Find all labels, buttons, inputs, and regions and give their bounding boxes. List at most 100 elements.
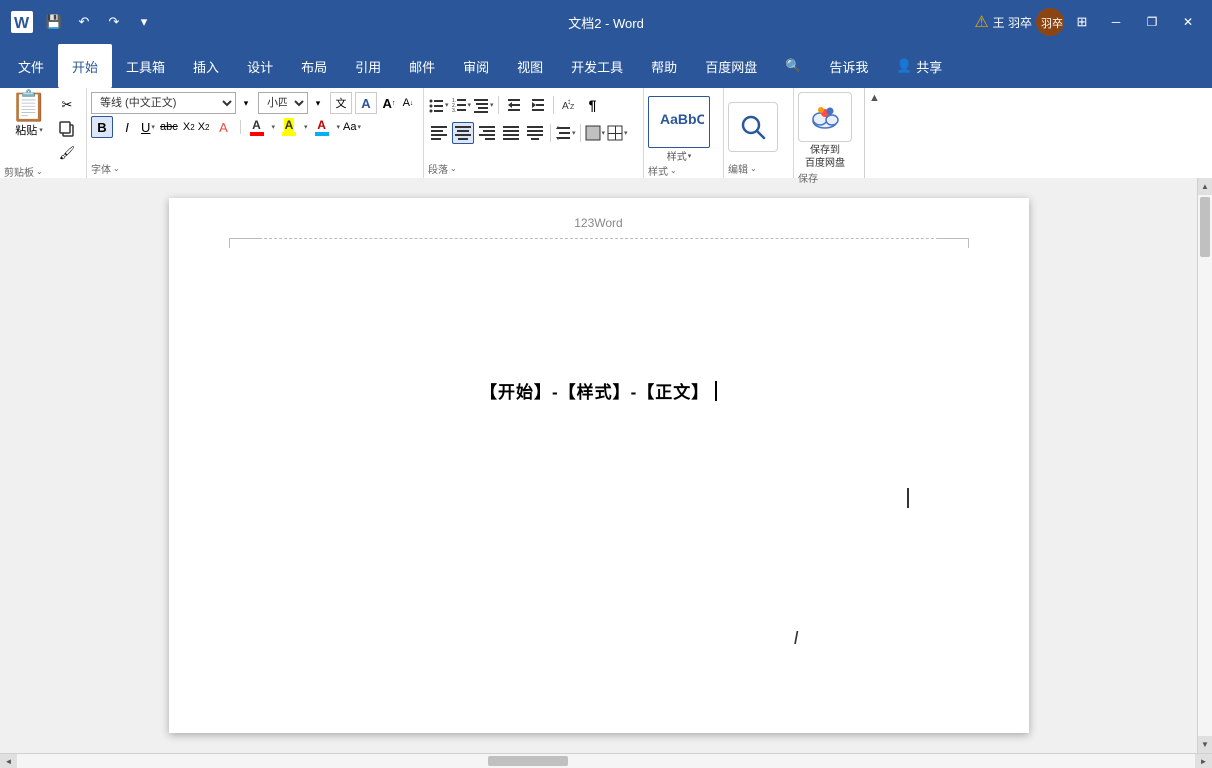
scroll-thumb-h[interactable] — [488, 756, 568, 766]
menu-insert[interactable]: 插入 — [179, 44, 233, 88]
font-size-increase-button[interactable]: A↑ — [380, 94, 398, 112]
vertical-scrollbar[interactable]: ▲ ▼ — [1197, 178, 1212, 753]
para-sep2 — [553, 96, 554, 114]
numbering-button[interactable]: 1.2.3. ▾ — [451, 97, 472, 113]
document-content-area[interactable]: 【开始】-【样式】-【正文】 — [249, 378, 949, 403]
menu-design[interactable]: 设计 — [233, 44, 287, 88]
paste-dropdown-arrow[interactable]: ▾ — [39, 126, 43, 134]
distributed-button[interactable] — [524, 122, 546, 144]
clear-format-button[interactable]: A — [213, 116, 235, 138]
highlight-dropdown[interactable]: ▾ — [303, 123, 308, 131]
menu-layout[interactable]: 布局 — [287, 44, 341, 88]
svg-text:W: W — [14, 15, 30, 32]
borders-button[interactable]: ▾ — [607, 125, 628, 141]
scroll-left-button[interactable]: ◄ — [0, 754, 17, 768]
shading-dropdown[interactable]: ▾ — [336, 123, 341, 131]
font-grow-button[interactable]: A — [355, 92, 377, 114]
increase-indent-button[interactable] — [527, 94, 549, 116]
ribbon-display-button[interactable]: ⊞ — [1068, 8, 1096, 36]
close-button[interactable]: ✕ — [1172, 8, 1204, 36]
scroll-thumb-v[interactable] — [1200, 197, 1210, 257]
document-text-line[interactable]: 【开始】-【样式】-【正文】 — [249, 378, 949, 403]
decrease-indent-button[interactable] — [503, 94, 525, 116]
restore-button[interactable]: ❐ — [1136, 8, 1168, 36]
shading-button[interactable]: A — [311, 118, 333, 136]
document-viewport[interactable]: 123Word 【开始】-【样式】-【正文】 I — [0, 178, 1197, 753]
style-preview-box[interactable]: AaBbCc — [648, 96, 710, 148]
menu-file[interactable]: 文件 — [4, 44, 58, 88]
font-size-decrease-button[interactable]: A↓ — [399, 94, 417, 112]
collapse-icon: ▲ — [869, 92, 880, 104]
font-color-button[interactable]: A — [246, 118, 268, 136]
qat-redo-button[interactable]: ↷ — [100, 8, 128, 36]
format-painter-button[interactable]: 🖌 — [54, 142, 80, 164]
menu-search-icon[interactable]: 🔍 — [771, 44, 815, 88]
align-center-button[interactable] — [452, 122, 474, 144]
superscript-button[interactable]: X2 — [198, 121, 210, 133]
menu-toolbox[interactable]: 工具箱 — [112, 44, 179, 88]
menu-developer[interactable]: 开发工具 — [557, 44, 637, 88]
align-right-button[interactable] — [476, 122, 498, 144]
clipboard-expand-icon[interactable]: ⌄ — [36, 167, 43, 176]
scroll-right-button[interactable]: ► — [1195, 754, 1212, 768]
minimize-button[interactable]: ─ — [1100, 8, 1132, 36]
bullets-button[interactable]: ▾ — [428, 97, 449, 113]
search-button[interactable] — [728, 102, 778, 152]
paste-label: 粘贴 ▾ — [15, 122, 43, 138]
font-size-dropdown[interactable]: ▾ — [309, 92, 327, 114]
font-color-dropdown[interactable]: ▾ — [271, 123, 276, 131]
paragraph-expand-icon[interactable]: ⌄ — [450, 164, 457, 173]
qat-save-button[interactable]: 💾 — [40, 8, 68, 36]
menu-help[interactable]: 帮助 — [637, 44, 691, 88]
subscript-superscript[interactable]: X2 — [183, 121, 195, 133]
scroll-track-h[interactable] — [17, 754, 1195, 768]
multilevel-button[interactable]: ▾ — [473, 97, 494, 113]
shading-para-dropdown: ▾ — [602, 129, 606, 137]
scroll-down-button[interactable]: ▼ — [1198, 736, 1212, 753]
horizontal-scrollbar[interactable]: ◄ ► — [0, 753, 1212, 768]
line-spacing-button[interactable]: ▾ — [555, 125, 576, 141]
justify-button[interactable] — [500, 122, 522, 144]
font-size-select[interactable]: 小四 — [258, 92, 308, 114]
menu-review[interactable]: 审阅 — [449, 44, 503, 88]
menu-view[interactable]: 视图 — [503, 44, 557, 88]
text-highlight-button[interactable]: A — [278, 118, 300, 136]
user-avatar[interactable]: 羽卒 — [1036, 8, 1064, 36]
group-styles: AaBbCc 样式 ▾ 样式 ⌄ — [644, 88, 724, 178]
bullets-dropdown: ▾ — [445, 101, 449, 109]
save-to-baidu-button[interactable] — [798, 92, 852, 142]
styles-expand-icon[interactable]: ⌄ — [670, 166, 677, 175]
ribbon-collapse-button[interactable]: ▲ — [864, 88, 884, 178]
menu-references[interactable]: 引用 — [341, 44, 395, 88]
show-marks-button[interactable]: ¶ — [582, 94, 604, 116]
menu-share[interactable]: 👤 共享 — [882, 44, 956, 88]
sort-button[interactable]: AZ↕ — [558, 94, 580, 116]
menu-tell-me[interactable]: 告诉我 — [815, 44, 882, 88]
change-case-button[interactable]: Aa▾ — [343, 121, 361, 133]
underline-button-group[interactable]: U ▾ — [141, 120, 155, 135]
cut-button[interactable]: ✂ — [54, 94, 80, 116]
copy-button[interactable] — [54, 118, 80, 140]
editing-expand-icon[interactable]: ⌄ — [750, 164, 757, 173]
shading-para-button[interactable]: ▾ — [585, 125, 606, 141]
paste-button[interactable]: 📋 粘贴 ▾ — [4, 88, 54, 142]
strikethrough-button[interactable]: abc — [158, 116, 180, 138]
qat-more-button[interactable]: ▾ — [130, 8, 158, 36]
font-name-dropdown[interactable]: ▾ — [237, 92, 255, 114]
quick-access-toolbar: 💾 ↶ ↷ ▾ — [40, 8, 158, 36]
save-label: 保存到 百度网盘 — [805, 144, 845, 170]
menu-home[interactable]: 开始 — [58, 44, 112, 88]
scroll-up-button[interactable]: ▲ — [1198, 178, 1212, 195]
menu-mailing[interactable]: 邮件 — [395, 44, 449, 88]
styles-more-button[interactable]: 样式 ▾ — [667, 148, 692, 163]
font-expand-icon[interactable]: ⌄ — [113, 164, 120, 173]
wren-button[interactable]: 文 — [330, 92, 352, 114]
document-paper[interactable]: 123Word 【开始】-【样式】-【正文】 I — [169, 198, 1029, 733]
align-left-button[interactable] — [428, 122, 450, 144]
font-name-select[interactable]: 等线 (中文正文) — [91, 92, 236, 114]
scroll-track-v[interactable] — [1198, 195, 1212, 736]
italic-button[interactable]: I — [116, 116, 138, 138]
bold-button[interactable]: B — [91, 116, 113, 138]
qat-undo-button[interactable]: ↶ — [70, 8, 98, 36]
menu-baidu[interactable]: 百度网盘 — [691, 44, 771, 88]
